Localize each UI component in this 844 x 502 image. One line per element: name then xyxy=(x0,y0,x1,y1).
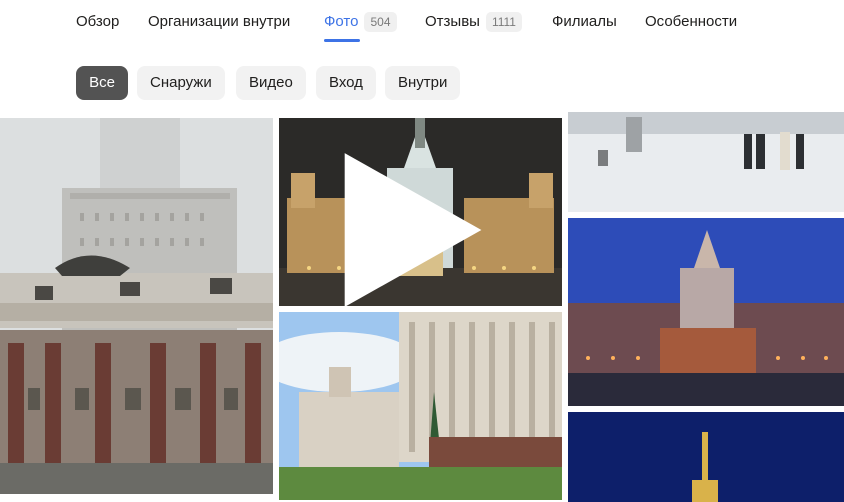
review-count-badge: 1111 xyxy=(485,12,522,32)
foggy-building-photo xyxy=(0,118,273,494)
tab-label: Организации внутри xyxy=(148,13,291,30)
filter-entrance[interactable]: Вход xyxy=(316,66,376,100)
tab-label: Отзывы xyxy=(425,13,480,30)
photo-tile[interactable] xyxy=(0,118,273,494)
active-tab-underline xyxy=(324,39,360,42)
daytime-building-photo xyxy=(279,312,562,500)
snowy-street-photo xyxy=(568,112,844,212)
night-spire-photo xyxy=(568,412,844,502)
filter-inside[interactable]: Внутри xyxy=(385,66,461,100)
filter-all[interactable]: Все xyxy=(76,66,128,100)
photo-count-badge: 504 xyxy=(364,12,397,32)
photo-tile[interactable] xyxy=(568,112,844,212)
tab-overview[interactable]: Обзор xyxy=(76,12,119,46)
tab-label: Филиалы xyxy=(552,13,617,30)
photo-tile[interactable] xyxy=(279,312,562,500)
photo-tile[interactable] xyxy=(279,118,562,306)
tab-label: Особенности xyxy=(645,13,738,30)
play-icon xyxy=(344,153,482,306)
tab-label: Обзор xyxy=(76,13,120,30)
tab-branches[interactable]: Филиалы xyxy=(552,12,617,46)
tab-photos[interactable]: Фото 504 xyxy=(324,12,397,46)
photo-tile[interactable] xyxy=(568,218,844,406)
filter-video[interactable]: Видео xyxy=(236,66,306,100)
tab-bar: Обзор Организации внутри Фото 504 Отзывы 1… xyxy=(0,0,844,46)
filter-outside[interactable]: Снаружи xyxy=(137,66,225,100)
dusk-building-photo xyxy=(568,218,844,406)
tab-features[interactable]: Особенности xyxy=(645,12,737,46)
tab-label: Фото xyxy=(324,13,359,30)
tab-organizations-inside[interactable]: Организации внутри xyxy=(148,12,290,46)
tab-reviews[interactable]: Отзывы 1111 xyxy=(425,12,522,46)
photo-tile[interactable] xyxy=(568,412,844,502)
